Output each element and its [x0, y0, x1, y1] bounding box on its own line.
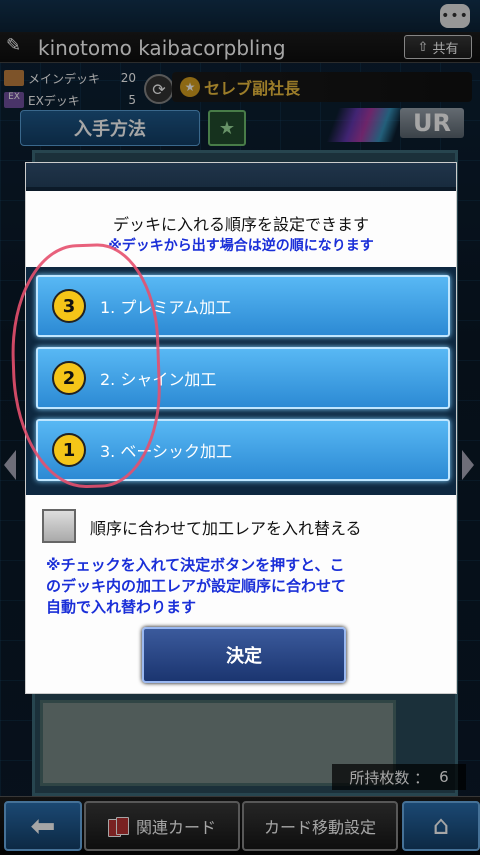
- note-line: 自動で入れ替わります: [46, 598, 197, 616]
- dialog-header: [26, 163, 456, 191]
- note-line: ※チェックを入れて決定ボタンを押すと、こ: [46, 556, 345, 574]
- swap-rare-checkbox[interactable]: [42, 509, 76, 543]
- swap-rare-checkbox-label: 順序に合わせて加工レアを入れ替える: [90, 519, 362, 538]
- note-line: のデッキ内の加工レアが設定順序に合わせて: [46, 577, 347, 595]
- dialog-message: デッキに入れる順序を設定できます: [112, 215, 369, 234]
- confirm-button[interactable]: 決定: [142, 627, 346, 683]
- dialog-note: ※チェックを入れて決定ボタンを押すと、こ のデッキ内の加工レアが設定順序に合わせ…: [46, 555, 446, 618]
